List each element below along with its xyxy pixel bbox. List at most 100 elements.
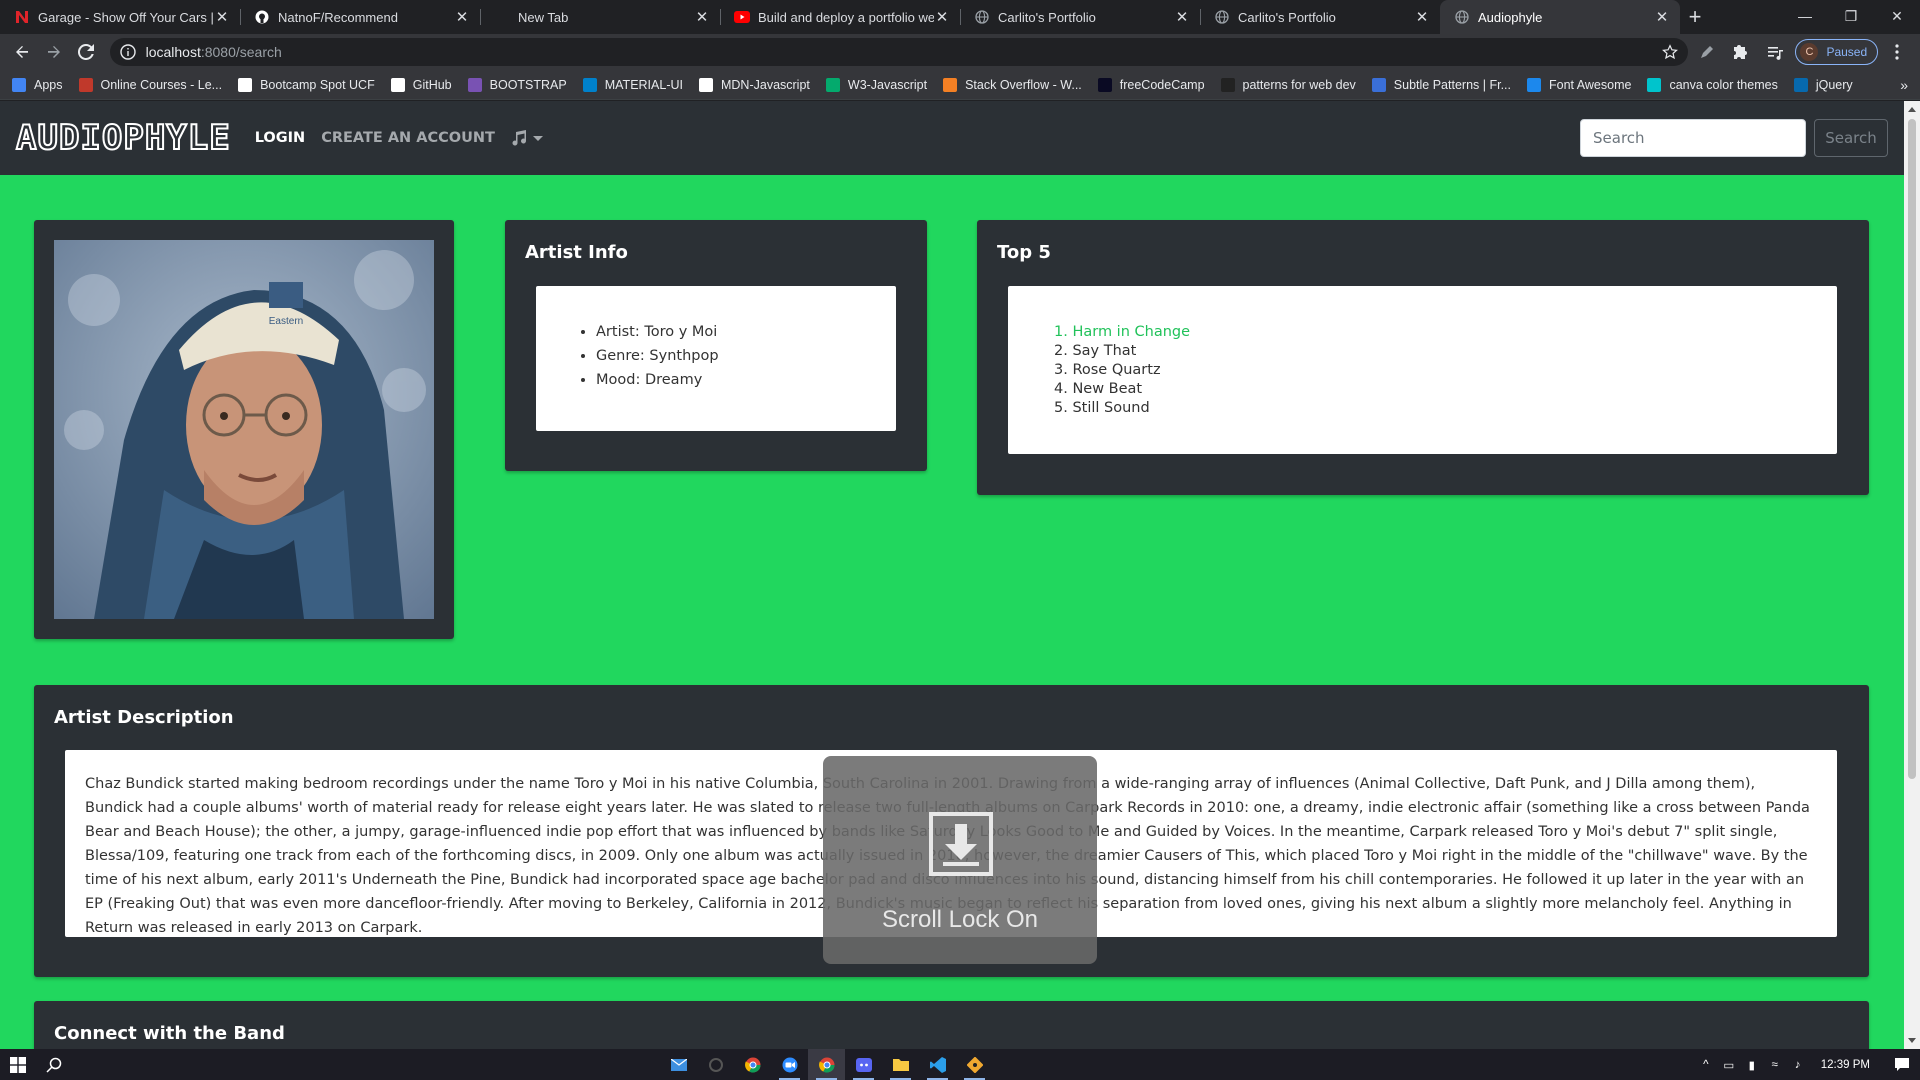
taskbar-search-button[interactable] [36,1049,72,1080]
scroll-lock-osd: Scroll Lock On [823,756,1097,964]
create-account-link[interactable]: CREATE AN ACCOUNT [321,130,495,146]
address-bar[interactable]: localhost:8080/search [109,38,1688,66]
circle-app[interactable] [697,1049,734,1080]
extensions-button[interactable] [1726,38,1756,66]
forward-button[interactable] [40,38,68,66]
bookmark-icon [943,77,958,92]
artist-info-item: Mood: Dreamy [596,368,896,392]
bookmarks-bar: Apps Online Courses - Le... Bootcamp Spot … [0,70,1920,100]
volume-icon[interactable]: ♪ [1788,1049,1808,1080]
scrollbar-thumb[interactable] [1908,119,1916,779]
bookmark-item[interactable]: patterns for web dev [1220,77,1356,92]
bookmark-item[interactable]: MATERIAL-UI [582,77,683,92]
top5-track[interactable]: 5. Still Sound [1054,399,1837,418]
top5-list: 1. Harm in Change 2. Say That 3. Rose Quar… [1008,286,1837,418]
bookmark-item[interactable]: GitHub [390,77,452,92]
scroll-down-icon[interactable] [1908,1038,1916,1043]
notification-icon[interactable] [1884,1057,1920,1072]
chevron-right-icon[interactable]: » [1900,77,1908,93]
mail-app[interactable] [660,1049,697,1080]
discord-app[interactable] [845,1049,882,1080]
back-button[interactable] [8,38,36,66]
bookmark-item[interactable]: Font Awesome [1526,77,1631,92]
close-icon[interactable]: ✕ [454,9,470,26]
top5-track[interactable]: 4. New Beat [1054,380,1837,399]
browser-toolbar: localhost:8080/search C Paused [0,34,1920,70]
bookmark-label: W3-Javascript [847,77,928,92]
bookmark-item[interactable]: Stack Overflow - W... [943,77,1082,92]
browser-tab[interactable]: Garage - Show Off Your Cars | Na✕ [0,0,240,34]
tab-title: Carlito's Portfolio [1238,9,1336,25]
git-app[interactable] [956,1049,993,1080]
top5-card: Top 5 1. Harm in Change 2. Say That 3. Ros… [977,220,1869,495]
close-icon[interactable]: ✕ [1174,9,1190,26]
new-tab-button[interactable]: + [1680,0,1710,34]
minimize-button[interactable]: — [1782,0,1828,32]
clock[interactable]: 12:39 PM [1821,1059,1870,1071]
profile-button[interactable]: C Paused [1795,39,1879,65]
chrome-app-1[interactable] [734,1049,771,1080]
star-icon[interactable] [1661,44,1678,60]
bookmark-item[interactable]: canva color themes [1647,77,1778,92]
close-icon[interactable]: ✕ [694,9,710,26]
browser-tab[interactable]: Build and deploy a portfolio web ✕ [720,0,960,34]
search-input[interactable] [1580,119,1806,157]
bookmark-label: Subtle Patterns | Fr... [1393,77,1511,92]
close-icon[interactable]: ✕ [1654,9,1670,26]
bookmark-item[interactable]: W3-Javascript [825,77,928,92]
tab-title: NatnoF/Recommend [278,9,398,25]
extension-button[interactable] [1692,38,1722,66]
scroll-up-icon[interactable] [1908,107,1916,112]
search-button[interactable]: Search [1814,119,1888,157]
bookmark-item[interactable]: jQuery [1793,77,1853,92]
bookmark-icon [582,77,597,92]
battery-icon[interactable]: ▮ [1742,1049,1762,1080]
info-icon[interactable] [119,44,136,60]
artist-info-item: Genre: Synthpop [596,344,896,368]
windows-taskbar: ^ ▭ ▮ ≈ ♪ 12:39 PM [0,1049,1920,1080]
close-window-button[interactable]: ✕ [1874,0,1920,32]
bookmark-item[interactable]: freeCodeCamp [1097,77,1205,92]
browser-tab[interactable]: Carlito's Portfolio ✕ [960,0,1200,34]
chevron-up-icon[interactable]: ^ [1696,1049,1716,1080]
more-vertical-icon [1895,44,1899,60]
artist-info-item: Artist: Toro y Moi [596,320,896,344]
wifi-icon[interactable]: ≈ [1765,1049,1785,1080]
close-icon[interactable]: ✕ [934,9,950,26]
music-dropdown[interactable] [511,130,543,146]
top5-track[interactable]: 1. Harm in Change [1054,323,1837,342]
media-button[interactable] [1760,38,1790,66]
bookmark-item[interactable]: Subtle Patterns | Fr... [1371,77,1511,92]
chrome-app-2[interactable] [808,1049,845,1080]
top5-track[interactable]: 2. Say That [1054,342,1837,361]
site-logo[interactable]: AUDIOPHYLE [15,117,231,159]
file-explorer-app[interactable] [882,1049,919,1080]
bookmark-item[interactable]: Online Courses - Le... [78,77,222,92]
browser-tab[interactable]: Carlito's Portfolio ✕ [1200,0,1440,34]
bookmark-icon [390,77,405,92]
bookmark-item[interactable]: Apps [12,77,63,92]
browser-tab[interactable]: Audiophyle ✕ [1440,0,1680,34]
bookmark-label: MATERIAL-UI [604,77,683,92]
top5-track[interactable]: 3. Rose Quartz [1054,361,1837,380]
device-icon[interactable]: ▭ [1719,1049,1739,1080]
bookmark-item[interactable]: MDN-Javascript [698,77,810,92]
vscode-app[interactable] [919,1049,956,1080]
tab-title: Carlito's Portfolio [998,9,1096,25]
login-link[interactable]: LOGIN [255,130,305,146]
browser-tab[interactable]: New Tab ✕ [480,0,720,34]
bookmark-item[interactable]: Bootcamp Spot UCF [238,77,375,92]
browser-tab[interactable]: NatnoF/Recommend ✕ [240,0,480,34]
start-button[interactable] [0,1049,36,1080]
chrome-menu-button[interactable] [1882,38,1912,66]
window-controls: — ❐ ✕ [1782,0,1920,32]
restore-button[interactable]: ❐ [1828,0,1874,32]
mail-icon [670,1058,687,1071]
reload-button[interactable] [72,38,100,66]
bookmark-item[interactable]: BOOTSTRAP [467,77,567,92]
close-icon[interactable]: ✕ [214,9,230,26]
bookmark-icon [825,77,840,92]
page-scrollbar[interactable] [1904,101,1920,1049]
close-icon[interactable]: ✕ [1414,9,1430,26]
zoom-app[interactable] [771,1049,808,1080]
